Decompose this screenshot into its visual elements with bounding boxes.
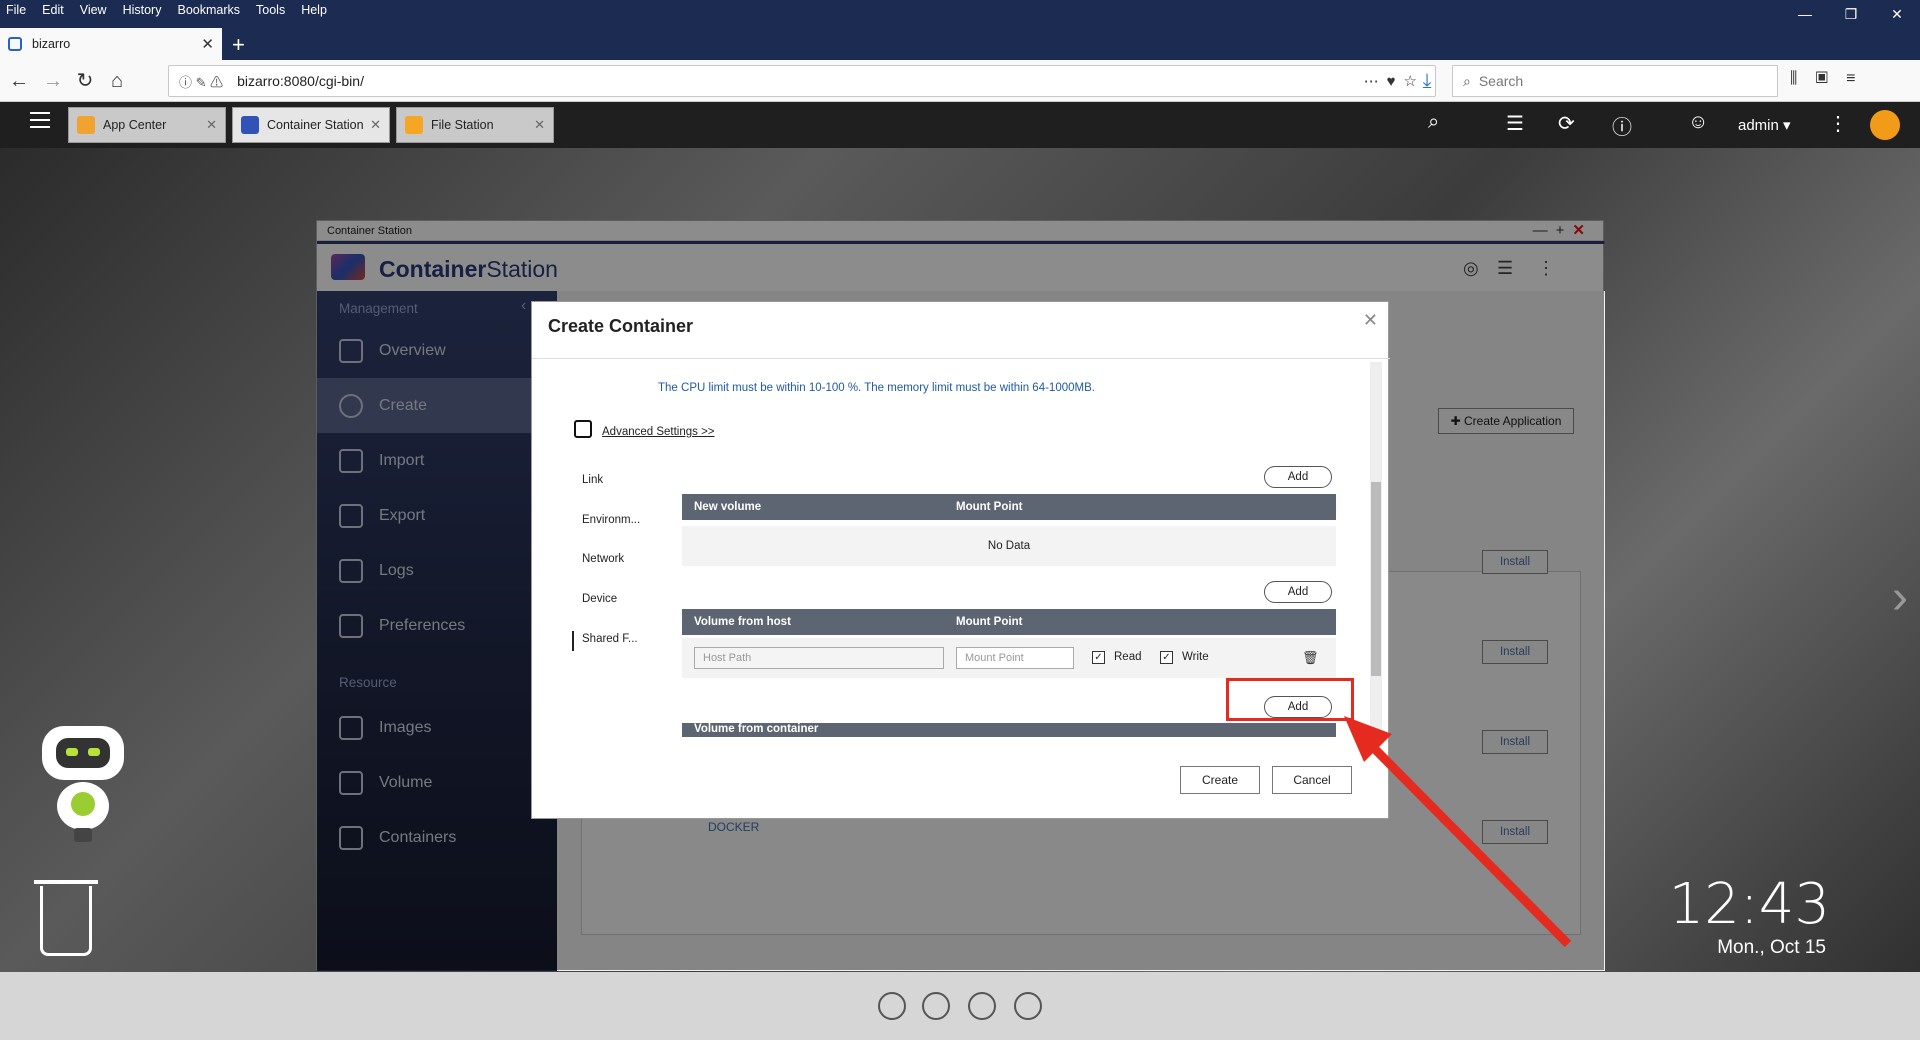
column-mount-point: Mount Point [956, 616, 1023, 628]
search-box[interactable]: ⌕ Search [1452, 65, 1778, 97]
dialog-divider [532, 358, 1390, 359]
app-tab-label: Container Station [267, 118, 364, 132]
advanced-settings-link[interactable]: Advanced Settings >> [602, 426, 715, 438]
dialog-scrollbar[interactable] [1370, 362, 1382, 744]
resource-limit-note: The CPU limit must be within 10-100 %. T… [658, 382, 1095, 394]
forward-icon[interactable]: → [40, 68, 66, 94]
browser-menu-bar: File Edit View History Bookmarks Tools H… [0, 0, 1920, 20]
app-center-icon [77, 116, 95, 134]
browser-tab[interactable]: bizarro ✕ [0, 28, 222, 60]
tab-title: bizarro [32, 37, 71, 51]
close-app-tab-icon[interactable]: ✕ [534, 117, 545, 133]
tab-favicon-icon [8, 37, 22, 51]
trash-lid [34, 880, 98, 884]
tab-link[interactable]: Link [582, 474, 603, 486]
close-tab-icon[interactable]: ✕ [201, 35, 214, 53]
close-app-tab-icon[interactable]: ✕ [206, 117, 217, 133]
read-checkbox[interactable]: ✓ [1092, 651, 1105, 664]
annotation-highlight-box [1226, 678, 1354, 721]
dock-cloud-icon[interactable] [878, 992, 906, 1020]
next-page-arrow-icon[interactable]: › [1892, 570, 1908, 625]
app-tab-label: File Station [431, 118, 494, 132]
robot-assistant-icon[interactable] [30, 720, 140, 850]
menu-view[interactable]: View [72, 3, 115, 17]
menu-history[interactable]: History [115, 3, 170, 17]
column-volume-from-container: Volume from container [694, 723, 819, 735]
file-station-icon [405, 116, 423, 134]
recycle-bin-icon[interactable] [40, 886, 92, 956]
column-volume-from-host: Volume from host [694, 616, 791, 628]
dock-tools-icon[interactable] [922, 992, 950, 1020]
search-placeholder: Search [1478, 73, 1524, 89]
browser-nav-bar: ← → ↻ ⌂ ⓘ ✎ ⚠ bizarro:8080/cgi-bin/ ⋯♥☆ … [0, 60, 1920, 102]
reload-icon[interactable]: ↻ [72, 68, 98, 94]
active-tab-indicator [572, 631, 574, 651]
user-avatar-icon[interactable]: ☺ [1688, 111, 1708, 134]
add-host-volume-button[interactable]: Add [1264, 581, 1332, 603]
write-checkbox[interactable]: ✓ [1160, 651, 1173, 664]
background-tasks-icon[interactable]: ☰ [1506, 111, 1524, 136]
write-label: Write [1182, 651, 1209, 663]
library-sidebar-menu-icon[interactable]: ⫼▣≡ [1790, 70, 1874, 88]
url-bar[interactable]: ⓘ ✎ ⚠ bizarro:8080/cgi-bin/ ⋯♥☆ [168, 65, 1436, 97]
dialog-title: Create Container [548, 316, 694, 336]
app-tab-container-station[interactable]: Container Station ✕ [232, 107, 390, 143]
url-text[interactable]: bizarro:8080/cgi-bin/ [237, 73, 364, 89]
dock-notes-icon[interactable] [1014, 992, 1042, 1020]
menu-file[interactable]: File [0, 3, 34, 17]
sync-icon[interactable]: ⟳ [1558, 111, 1575, 136]
admin-user-menu[interactable]: admin ▾ [1738, 116, 1791, 134]
volume-from-host-table-header: Volume from host Mount Point [682, 609, 1336, 635]
tab-network[interactable]: Network [582, 553, 624, 565]
menu-edit[interactable]: Edit [34, 3, 72, 17]
taskbar-dock [0, 972, 1920, 1040]
browser-tab-strip: bizarro ✕ + [0, 20, 1920, 60]
dock-book-icon[interactable] [968, 992, 996, 1020]
more-options-icon[interactable]: ⋮ [1828, 111, 1848, 136]
add-new-volume-button[interactable]: Add [1264, 466, 1332, 488]
container-station-icon [241, 116, 259, 134]
qts-top-bar: App Center ✕ Container Station ✕ File St… [0, 102, 1920, 148]
desktop-date: Mon., Oct 15 [1717, 937, 1826, 958]
new-tab-icon[interactable]: + [232, 32, 245, 58]
new-volume-table-header: New volume Mount Point [682, 494, 1336, 520]
delete-row-icon[interactable]: 🗑 [1302, 650, 1319, 666]
main-menu-icon[interactable] [30, 112, 50, 132]
column-mount-point: Mount Point [956, 501, 1023, 513]
annotation-arrow-icon [1344, 716, 1572, 948]
app-tab-app-center[interactable]: App Center ✕ [68, 107, 226, 143]
app-tab-label: App Center [103, 118, 167, 132]
host-volume-row: Host Path Mount Point ✓ Read ✓ Write 🗑 [682, 638, 1336, 678]
download-icon[interactable]: ⤓ [1414, 68, 1440, 94]
tab-device[interactable]: Device [582, 593, 617, 605]
scrollbar-thumb[interactable] [1371, 482, 1381, 676]
settings-gear-icon [574, 420, 592, 438]
tab-shared-folders[interactable]: Shared F... [582, 633, 638, 645]
column-new-volume: New volume [694, 501, 762, 513]
close-app-tab-icon[interactable]: ✕ [370, 117, 381, 133]
search-icon[interactable]: ⌕ [1428, 111, 1439, 134]
create-button[interactable]: Create [1180, 766, 1260, 794]
mount-point-field[interactable]: Mount Point [956, 647, 1074, 669]
menu-bookmarks[interactable]: Bookmarks [169, 3, 248, 17]
no-data-row: No Data [682, 526, 1336, 566]
host-path-field[interactable]: Host Path [694, 647, 944, 669]
create-container-dialog: Create Container ✕ The CPU limit must be… [531, 301, 1390, 819]
volume-from-container-table-header: Volume from container [682, 723, 1336, 737]
menu-help[interactable]: Help [293, 3, 335, 17]
desktop-clock: 12:43 [1668, 872, 1830, 937]
home-icon[interactable]: ⌂ [104, 68, 130, 94]
app-tab-file-station[interactable]: File Station ✕ [396, 107, 554, 143]
back-icon[interactable]: ← [6, 68, 32, 94]
tab-environment[interactable]: Environm... [582, 514, 640, 526]
site-info-icon[interactable]: ⓘ ✎ ⚠ [179, 72, 223, 91]
dashboard-gauge-icon[interactable] [1870, 110, 1900, 140]
search-icon: ⌕ [1463, 72, 1471, 89]
close-dialog-icon[interactable]: ✕ [1363, 310, 1378, 331]
menu-tools[interactable]: Tools [248, 3, 293, 17]
info-icon[interactable]: ⓘ [1612, 111, 1632, 140]
read-label: Read [1114, 651, 1142, 663]
